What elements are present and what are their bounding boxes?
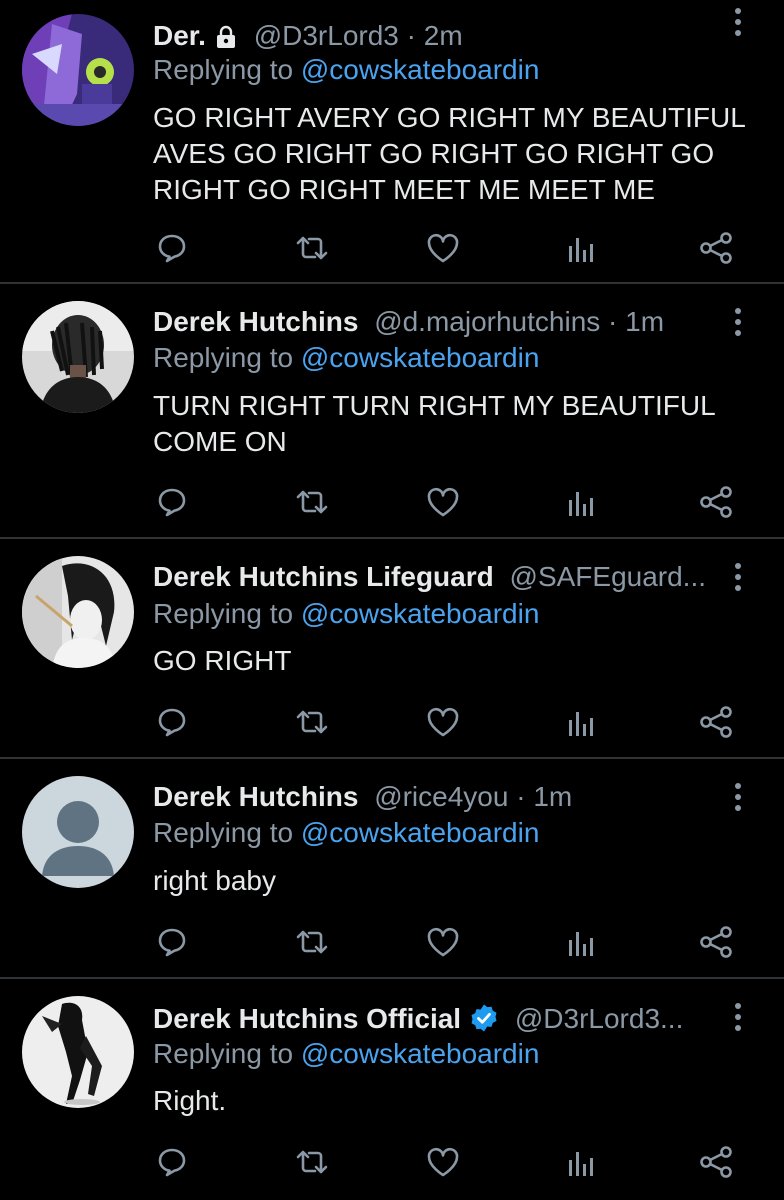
- like-icon[interactable]: [423, 228, 463, 268]
- tweet[interactable]: Derek Hutchins Official @D3rLord3... Rep…: [0, 979, 784, 1200]
- like-icon[interactable]: [423, 1142, 463, 1182]
- timestamp[interactable]: · 2m: [407, 20, 463, 51]
- tweet-actions: [0, 482, 784, 522]
- reply-mention-link[interactable]: @cowskateboardin: [301, 817, 540, 848]
- analytics-icon[interactable]: [561, 228, 601, 268]
- avatar[interactable]: [22, 776, 134, 888]
- avatar[interactable]: [22, 301, 134, 413]
- user-handle[interactable]: @D3rLord3: [254, 20, 399, 51]
- replying-to: Replying to @cowskateboardin: [153, 340, 539, 376]
- reply-icon[interactable]: [152, 922, 192, 962]
- tweet-actions: [0, 922, 784, 962]
- replying-to-label: Replying to: [153, 54, 301, 85]
- tweet-header: Der. @D3rLord3 · 2m: [153, 16, 463, 56]
- share-icon[interactable]: [696, 482, 736, 522]
- reply-icon[interactable]: [152, 228, 192, 268]
- display-name[interactable]: Derek Hutchins: [153, 781, 358, 812]
- share-icon[interactable]: [696, 702, 736, 742]
- retweet-icon[interactable]: [292, 482, 332, 522]
- tweet-text: Right.: [153, 1085, 227, 1116]
- analytics-icon[interactable]: [561, 482, 601, 522]
- avatar[interactable]: [22, 14, 134, 126]
- user-handle[interactable]: @d.majorhutchins: [374, 306, 600, 337]
- replying-to-label: Replying to: [153, 342, 301, 373]
- like-icon[interactable]: [423, 702, 463, 742]
- user-handle[interactable]: @rice4you: [374, 781, 508, 812]
- more-icon[interactable]: [730, 8, 746, 38]
- share-icon[interactable]: [696, 228, 736, 268]
- reply-icon[interactable]: [152, 1142, 192, 1182]
- retweet-icon[interactable]: [292, 228, 332, 268]
- tweet-actions: [0, 702, 784, 742]
- analytics-icon[interactable]: [561, 922, 601, 962]
- tweet-text: right baby: [153, 865, 276, 896]
- reply-icon[interactable]: [152, 482, 192, 522]
- tweet[interactable]: Derek Hutchins Lifeguard @SAFEguard... R…: [0, 539, 784, 757]
- retweet-icon[interactable]: [292, 922, 332, 962]
- tweet-header: Derek Hutchins Official @D3rLord3...: [153, 999, 683, 1039]
- avatar[interactable]: [22, 556, 134, 668]
- tweet-header: Derek Hutchins Lifeguard @SAFEguard...: [153, 557, 706, 597]
- share-icon[interactable]: [696, 922, 736, 962]
- timestamp[interactable]: · 1m: [608, 306, 664, 337]
- more-icon[interactable]: [730, 1003, 746, 1033]
- user-handle[interactable]: @SAFEguard...: [510, 561, 707, 592]
- tweet-header: Derek Hutchins @rice4you · 1m: [153, 777, 572, 817]
- avatar[interactable]: [22, 996, 134, 1108]
- tweet-text: GO RIGHT: [153, 645, 292, 676]
- analytics-icon[interactable]: [561, 1142, 601, 1182]
- share-icon[interactable]: [696, 1142, 736, 1182]
- replying-to: Replying to @cowskateboardin: [153, 1036, 539, 1072]
- display-name[interactable]: Derek Hutchins: [153, 306, 358, 337]
- tweet-actions: [0, 228, 784, 268]
- retweet-icon[interactable]: [292, 1142, 332, 1182]
- like-icon[interactable]: [423, 482, 463, 522]
- tweet-actions: [0, 1142, 784, 1182]
- more-icon[interactable]: [730, 783, 746, 813]
- tweet[interactable]: Derek Hutchins @d.majorhutchins · 1m Rep…: [0, 284, 784, 538]
- tweet[interactable]: Derek Hutchins @rice4you · 1m Replying t…: [0, 759, 784, 977]
- analytics-icon[interactable]: [561, 702, 601, 742]
- reply-mention-link[interactable]: @cowskateboardin: [301, 1038, 540, 1069]
- more-icon[interactable]: [730, 563, 746, 593]
- retweet-icon[interactable]: [292, 702, 332, 742]
- user-handle[interactable]: @D3rLord3...: [515, 1003, 684, 1034]
- replying-to-label: Replying to: [153, 1038, 301, 1069]
- display-name[interactable]: Derek Hutchins Lifeguard: [153, 561, 494, 592]
- replying-to: Replying to @cowskateboardin: [153, 52, 539, 88]
- more-icon[interactable]: [730, 308, 746, 338]
- reply-mention-link[interactable]: @cowskateboardin: [301, 54, 540, 85]
- tweet-text: TURN RIGHT TURN RIGHT MY BEAUTIFUL COME …: [153, 390, 715, 457]
- replying-to: Replying to @cowskateboardin: [153, 815, 539, 851]
- like-icon[interactable]: [423, 922, 463, 962]
- reply-mention-link[interactable]: @cowskateboardin: [301, 342, 540, 373]
- tweet-header: Derek Hutchins @d.majorhutchins · 1m: [153, 302, 664, 342]
- tweet[interactable]: Der. @D3rLord3 · 2m Replying to @cowskat…: [0, 0, 784, 283]
- display-name[interactable]: Derek Hutchins Official: [153, 1003, 461, 1034]
- reply-mention-link[interactable]: @cowskateboardin: [301, 598, 540, 629]
- replying-to-label: Replying to: [153, 598, 301, 629]
- replying-to: Replying to @cowskateboardin: [153, 596, 539, 632]
- replying-to-label: Replying to: [153, 817, 301, 848]
- timestamp[interactable]: · 1m: [516, 781, 572, 812]
- display-name[interactable]: Der.: [153, 20, 206, 51]
- reply-icon[interactable]: [152, 702, 192, 742]
- tweet-text: GO RIGHT AVERY GO RIGHT MY BEAUTIFUL AVE…: [153, 102, 745, 205]
